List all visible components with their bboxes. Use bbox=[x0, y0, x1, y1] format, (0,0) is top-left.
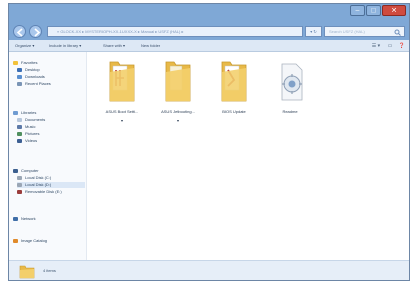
nav-removable-disk[interactable]: Removable Disk (E:) bbox=[17, 189, 62, 195]
music-icon bbox=[17, 124, 22, 129]
navigation-pane: Favorites Desktop Downloads Recent Place… bbox=[9, 52, 87, 260]
nav-recent-places[interactable]: Recent Places bbox=[17, 81, 51, 87]
organize-menu[interactable]: Organize ▾ bbox=[15, 43, 34, 48]
computer-icon bbox=[13, 168, 18, 173]
file-name: ASUS Boot Setti... bbox=[105, 109, 139, 114]
desktop-icon bbox=[17, 67, 22, 72]
nav-favorites[interactable]: Favorites bbox=[13, 60, 37, 66]
file-item[interactable]: ASUS Jetbooting... ▾ bbox=[158, 56, 198, 126]
address-bar[interactable]: « GLOCK-XX ▸ MYSTERIOPH-XX-1UXXX-X ▸ Man… bbox=[47, 26, 303, 37]
address-path: « GLOCK-XX ▸ MYSTERIOPH-XX-1UXXX-X ▸ Man… bbox=[57, 29, 184, 34]
network-icon bbox=[13, 216, 18, 221]
back-arrow-icon bbox=[16, 28, 23, 37]
file-name: ASUS Jetbooting... bbox=[161, 109, 195, 114]
nav-local-disk-c[interactable]: Local Disk (C:) bbox=[17, 175, 51, 181]
new-folder-button[interactable]: New folder bbox=[141, 43, 160, 48]
image-catalog-icon bbox=[13, 238, 18, 243]
details-pane: 4 items bbox=[9, 260, 409, 280]
maximize-icon: □ bbox=[371, 7, 376, 14]
folder-icon bbox=[221, 61, 247, 102]
drive-icon bbox=[17, 175, 22, 180]
nav-computer[interactable]: Computer bbox=[13, 168, 39, 174]
minimize-icon: – bbox=[355, 7, 360, 14]
file-item[interactable]: BIOS Update bbox=[214, 56, 254, 126]
folder-icon bbox=[165, 61, 191, 102]
help-icon[interactable]: ❓ bbox=[397, 42, 407, 50]
file-mark: ▾ bbox=[177, 118, 180, 123]
search-input[interactable]: Search USFZ (HAL) bbox=[324, 26, 405, 37]
explorer-window: – □ ✕ « GLOCK-XX ▸ MYSTERIOPH-XX-1UXXX-X… bbox=[8, 3, 410, 281]
back-button[interactable] bbox=[13, 25, 26, 38]
downloads-icon bbox=[17, 74, 22, 79]
item-count: 4 items bbox=[43, 268, 56, 273]
nav-pictures[interactable]: Pictures bbox=[17, 131, 39, 137]
setup-icon bbox=[281, 63, 303, 101]
nav-downloads[interactable]: Downloads bbox=[17, 74, 45, 80]
close-button[interactable]: ✕ bbox=[382, 5, 406, 16]
close-icon: ✕ bbox=[391, 7, 397, 14]
pictures-icon bbox=[17, 131, 22, 136]
file-item[interactable]: ASUS Boot Setti... ▾ bbox=[102, 56, 142, 126]
file-mark: ▾ bbox=[121, 118, 124, 123]
nav-documents[interactable]: Documents bbox=[17, 117, 45, 123]
file-name: Readme bbox=[282, 109, 298, 114]
nav-videos[interactable]: Videos bbox=[17, 138, 37, 144]
title-bar[interactable]: – □ ✕ bbox=[9, 4, 409, 24]
minimize-button[interactable]: – bbox=[350, 5, 365, 16]
maximize-button[interactable]: □ bbox=[366, 5, 381, 16]
drive-icon bbox=[17, 182, 22, 187]
removable-disk-icon bbox=[17, 189, 22, 194]
file-item[interactable]: Readme bbox=[270, 56, 310, 126]
nav-music[interactable]: Music bbox=[17, 124, 35, 130]
nav-local-disk-d[interactable]: Local Disk (D:) bbox=[17, 182, 85, 188]
star-icon bbox=[13, 60, 18, 65]
forward-arrow-icon bbox=[34, 28, 41, 37]
view-options-icon[interactable]: ☰ ▾ bbox=[369, 42, 383, 50]
nav-network[interactable]: Network bbox=[13, 216, 36, 222]
nav-libraries[interactable]: Libraries bbox=[13, 110, 36, 116]
folder-icon bbox=[19, 265, 35, 279]
command-bar: Organize ▾ Include in library ▾ Share wi… bbox=[9, 40, 409, 52]
videos-icon bbox=[17, 138, 22, 143]
file-name: BIOS Update bbox=[222, 109, 246, 114]
preview-pane-icon[interactable]: ▭ bbox=[385, 42, 395, 50]
libraries-icon bbox=[13, 110, 18, 115]
search-placeholder: Search USFZ (HAL) bbox=[329, 29, 365, 34]
address-row: « GLOCK-XX ▸ MYSTERIOPH-XX-1UXXX-X ▸ Man… bbox=[9, 24, 409, 40]
documents-icon bbox=[17, 117, 22, 122]
search-icon bbox=[394, 29, 401, 36]
folder-icon bbox=[109, 61, 135, 102]
nav-image-catalog[interactable]: Image Catalog bbox=[13, 238, 47, 244]
nav-desktop[interactable]: Desktop bbox=[17, 67, 40, 73]
address-history-button[interactable]: ▾ ↻ bbox=[305, 26, 322, 37]
share-with-menu[interactable]: Share with ▾ bbox=[103, 43, 125, 48]
include-in-library-menu[interactable]: Include in library ▾ bbox=[49, 43, 81, 48]
forward-button[interactable] bbox=[29, 25, 42, 38]
file-list: ASUS Boot Setti... ▾ ASUS Jetbooting... … bbox=[88, 52, 409, 260]
recent-places-icon bbox=[17, 81, 22, 86]
